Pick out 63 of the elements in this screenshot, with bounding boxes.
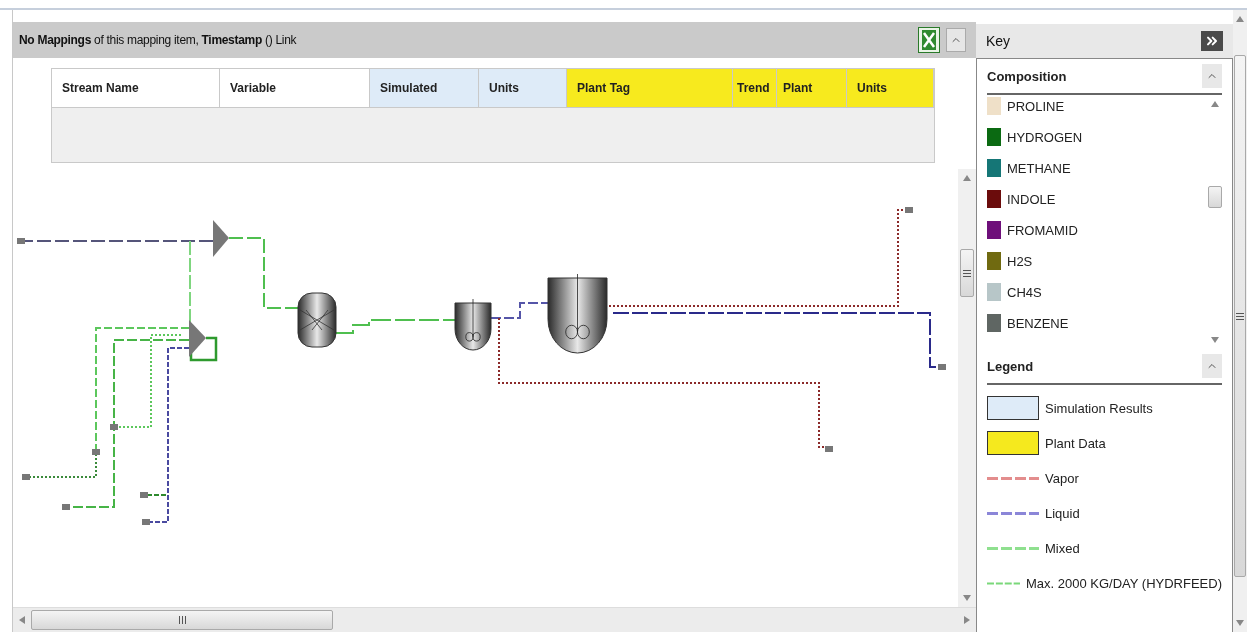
scroll-thumb[interactable] bbox=[1234, 55, 1246, 577]
scroll-down-icon[interactable] bbox=[1236, 620, 1244, 626]
column-header[interactable]: Plant Tag bbox=[567, 69, 733, 107]
scroll-up-icon[interactable] bbox=[1236, 16, 1244, 22]
stream-end-icon bbox=[110, 424, 118, 430]
stream-end-icon bbox=[825, 446, 833, 452]
stream-end-icon bbox=[905, 207, 913, 213]
horizontal-scrollbar[interactable] bbox=[13, 607, 976, 632]
scroll-thumb[interactable] bbox=[31, 610, 333, 630]
legend-label: Liquid bbox=[1045, 505, 1080, 521]
stream-end-icon bbox=[17, 238, 25, 244]
column-header[interactable]: Units bbox=[479, 69, 567, 107]
expand-button[interactable] bbox=[1201, 31, 1223, 51]
packed-reactor-icon bbox=[297, 292, 337, 348]
component-name: METHANE bbox=[1007, 160, 1071, 176]
legend-label: Mixed bbox=[1045, 540, 1080, 556]
vertical-scrollbar[interactable] bbox=[958, 169, 976, 607]
mixer-icon bbox=[189, 320, 206, 357]
stirred-vessel-icon bbox=[547, 273, 608, 354]
mapping-status-text: No Mappings of this mapping item, Timestamp () Link bbox=[19, 33, 298, 47]
grip-icon bbox=[178, 616, 186, 624]
stream-end-icon bbox=[938, 364, 946, 370]
spreadsheet-icon[interactable] bbox=[918, 27, 940, 53]
scroll-down-icon[interactable] bbox=[1211, 337, 1219, 343]
legend-label: Simulation Results bbox=[1045, 400, 1153, 416]
component-name: BENZENE bbox=[1007, 315, 1069, 331]
legend-label: Vapor bbox=[1045, 470, 1079, 486]
stirred-vessel-icon bbox=[454, 298, 492, 351]
stream-end-icon bbox=[92, 449, 100, 455]
component-name: H2S bbox=[1007, 253, 1033, 269]
scroll-down-icon[interactable] bbox=[963, 595, 971, 601]
legend-label: Max. 2000 KG/DAY (HYDRFEED) bbox=[1026, 575, 1222, 591]
component-name: PROLINE bbox=[1007, 98, 1065, 114]
scroll-thumb[interactable] bbox=[960, 249, 974, 297]
column-header[interactable]: Units bbox=[847, 69, 934, 107]
stream-end-icon bbox=[142, 519, 150, 525]
scroll-up-icon[interactable] bbox=[1211, 101, 1219, 107]
grip-icon bbox=[963, 269, 971, 277]
legend-label: Plant Data bbox=[1045, 435, 1106, 451]
collapse-button[interactable] bbox=[1202, 64, 1222, 88]
scroll-up-icon[interactable] bbox=[963, 175, 971, 181]
component-name: INDOLE bbox=[1007, 191, 1056, 207]
component-name: CH4S bbox=[1007, 284, 1042, 300]
collapse-button[interactable] bbox=[946, 28, 966, 52]
collapse-button[interactable] bbox=[1202, 354, 1222, 378]
stream-end-icon bbox=[140, 492, 148, 498]
section-title: Legend bbox=[987, 358, 1034, 374]
column-header[interactable]: Trend bbox=[733, 69, 777, 107]
section-title: Composition bbox=[987, 68, 1067, 84]
column-header[interactable]: Plant bbox=[777, 69, 847, 107]
stream-end-icon bbox=[22, 474, 30, 480]
column-header[interactable]: Simulated bbox=[370, 69, 479, 107]
grip-icon bbox=[1236, 312, 1244, 320]
vertical-scrollbar[interactable] bbox=[1233, 10, 1247, 632]
stream-line bbox=[228, 237, 300, 309]
component-name: FROMAMID bbox=[1007, 222, 1078, 238]
component-name: HYDROGEN bbox=[1007, 129, 1083, 145]
scroll-left-icon[interactable] bbox=[19, 616, 25, 624]
scroll-right-icon[interactable] bbox=[964, 616, 970, 624]
stream-end-icon bbox=[62, 504, 70, 510]
key-title: Key bbox=[986, 33, 1011, 49]
scroll-thumb[interactable] bbox=[1208, 186, 1222, 208]
mixer-icon bbox=[213, 220, 229, 257]
